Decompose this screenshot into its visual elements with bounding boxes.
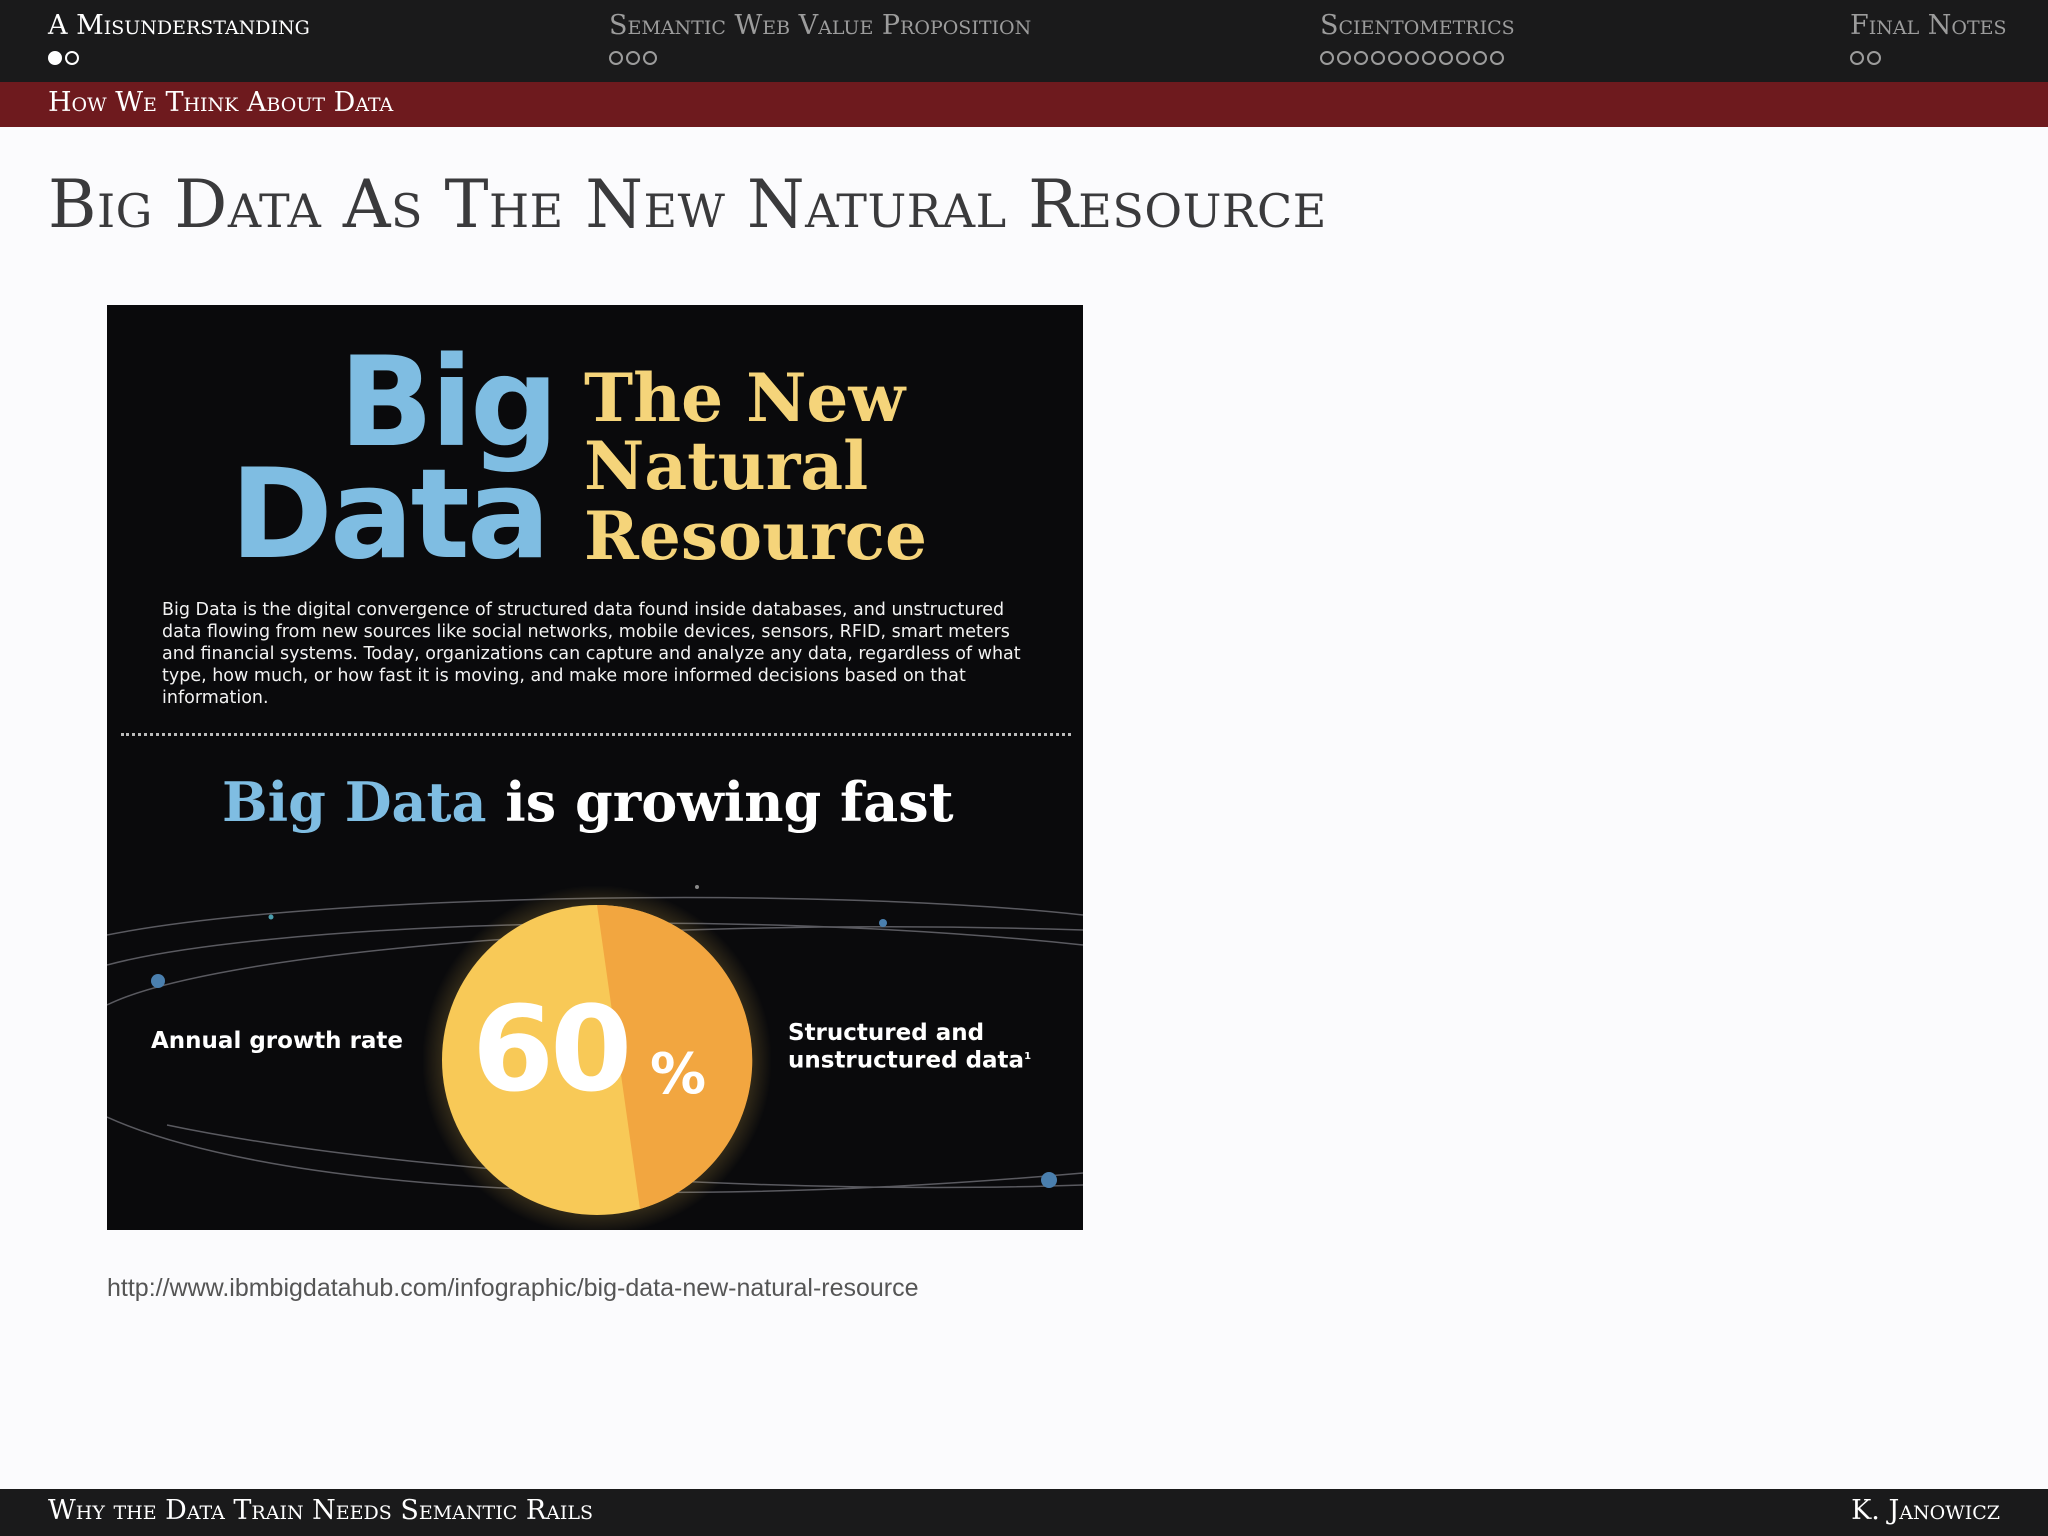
- nav-section-final-notes[interactable]: Final Notes: [1850, 8, 2007, 69]
- subtitle-line-2: Natural: [584, 427, 869, 505]
- subtitle-line-1: The New: [584, 359, 906, 437]
- current-slide-dot[interactable]: [48, 51, 62, 65]
- nav-section-misunderstanding[interactable]: A Misunderstanding: [48, 8, 310, 69]
- slide-dot[interactable]: [1388, 51, 1402, 65]
- slide-dot[interactable]: [1473, 51, 1487, 65]
- slide-dot[interactable]: [643, 51, 657, 65]
- slide-dot[interactable]: [65, 51, 79, 65]
- planet-dot: [879, 919, 887, 927]
- nav-section-title[interactable]: A Misunderstanding: [48, 8, 310, 44]
- section-navigation-bar: A Misunderstanding Semantic Web Value Pr…: [0, 0, 2048, 82]
- nav-section-title[interactable]: Semantic Web Value Proposition: [609, 8, 1031, 44]
- nav-section-scientometrics[interactable]: Scientometrics: [1320, 8, 1515, 69]
- structured-label: Structured and unstructured data1: [788, 1021, 1031, 1073]
- slide-dot[interactable]: [1405, 51, 1419, 65]
- slide-dot[interactable]: [1850, 51, 1864, 65]
- planet-dot: [1041, 1172, 1057, 1188]
- percent-value: 60: [472, 980, 632, 1118]
- nav-section-semantic-web[interactable]: Semantic Web Value Proposition: [609, 8, 1031, 69]
- growing-headline: Big Data is growing fast: [222, 775, 954, 829]
- star-dot: [695, 885, 699, 889]
- footer-talk-title: Why the Data Train Needs Semantic Rails: [48, 1495, 594, 1526]
- slide-dot[interactable]: [626, 51, 640, 65]
- slide-dots: [1850, 51, 2007, 69]
- footer-bar: Why the Data Train Needs Semantic Rails …: [0, 1489, 2048, 1536]
- growing-headline-blue: Big Data: [222, 770, 487, 834]
- slide-dot[interactable]: [1371, 51, 1385, 65]
- footer-author: K. Janowicz: [1851, 1495, 2000, 1526]
- slide-dot[interactable]: [1439, 51, 1453, 65]
- structured-label-line-2: unstructured data1: [788, 1045, 1031, 1073]
- slide-dots: [609, 51, 1031, 69]
- subsection-title: How We Think About Data: [48, 87, 394, 118]
- data-word: Data: [230, 443, 551, 587]
- nav-section-title[interactable]: Scientometrics: [1320, 8, 1515, 44]
- infographic-image: Big Data The New Natural Resource Big Da…: [107, 305, 1083, 1230]
- percent-sign: %: [650, 1042, 707, 1107]
- slide-dot[interactable]: [1354, 51, 1368, 65]
- structured-label-line-1: Structured and: [788, 1020, 985, 1046]
- star-dot: [268, 914, 274, 920]
- planet-dot: [151, 974, 165, 988]
- subsection-bar: How We Think About Data: [0, 82, 2048, 127]
- slide-dots: [48, 51, 310, 69]
- slide-dots: [1320, 51, 1515, 69]
- slide-dot[interactable]: [1320, 51, 1334, 65]
- annual-growth-label: Annual growth rate: [151, 1028, 404, 1054]
- slide-dot[interactable]: [609, 51, 623, 65]
- growing-headline-white: is growing fast: [505, 770, 954, 834]
- slide-dot[interactable]: [1456, 51, 1470, 65]
- slide-dot[interactable]: [1422, 51, 1436, 65]
- infographic-description: Big Data is the digital convergence of s…: [162, 600, 1021, 708]
- dotted-divider: [121, 733, 1071, 736]
- slide-title: Big Data As The New Natural Resource: [48, 166, 1327, 243]
- slide-dot[interactable]: [1490, 51, 1504, 65]
- structured-label-text: unstructured data: [788, 1047, 1025, 1074]
- slide-dot[interactable]: [1337, 51, 1351, 65]
- subtitle-line-3: Resource: [584, 497, 927, 575]
- nav-section-title[interactable]: Final Notes: [1850, 8, 2007, 44]
- footnote-marker: 1: [1024, 1051, 1032, 1062]
- slide-dot[interactable]: [1867, 51, 1881, 65]
- source-url: http://www.ibmbigdatahub.com/infographic…: [107, 1274, 919, 1302]
